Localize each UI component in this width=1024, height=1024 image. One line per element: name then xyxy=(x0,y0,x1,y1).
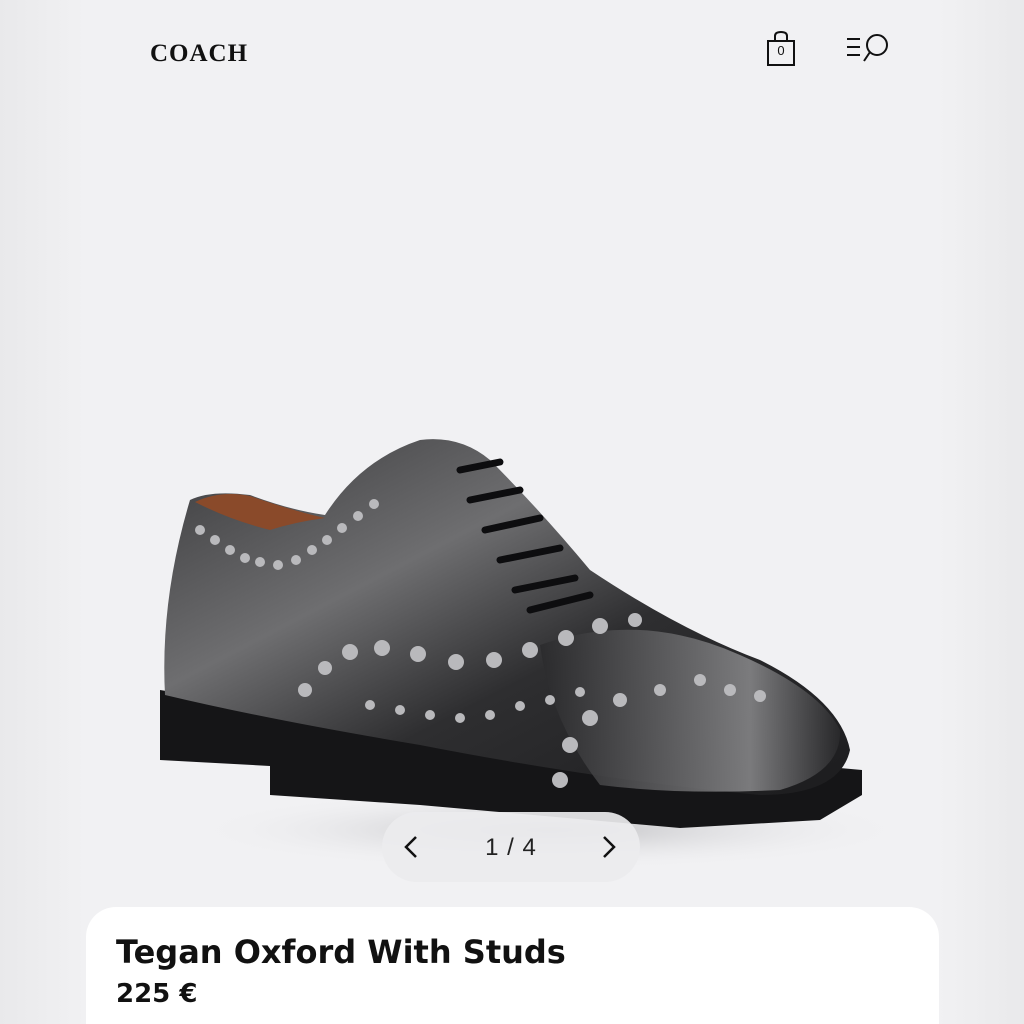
product-image[interactable] xyxy=(120,400,900,880)
chevron-left-icon xyxy=(404,836,417,858)
brand-logo[interactable]: COACH xyxy=(150,40,248,68)
product-title: Tegan Oxford With Studs xyxy=(116,933,566,971)
image-counter: 1 / 4 xyxy=(485,834,537,861)
menu-search-button[interactable] xyxy=(844,30,892,64)
image-pager: 1 / 4 xyxy=(382,812,640,882)
next-image-button[interactable] xyxy=(590,829,626,865)
product-price: 225 € xyxy=(116,979,198,1009)
shopping-bag-button[interactable]: 0 xyxy=(764,30,798,68)
product-page: COACH 0 1 / 4 Tegan Oxford With Studs 22… xyxy=(0,0,1024,1024)
previous-image-button[interactable] xyxy=(394,829,430,865)
chevron-right-icon xyxy=(603,836,616,858)
bag-count-badge: 0 xyxy=(777,43,785,58)
menu-search-icon xyxy=(847,34,888,62)
product-info-card: Tegan Oxford With Studs 225 € xyxy=(86,907,939,1024)
